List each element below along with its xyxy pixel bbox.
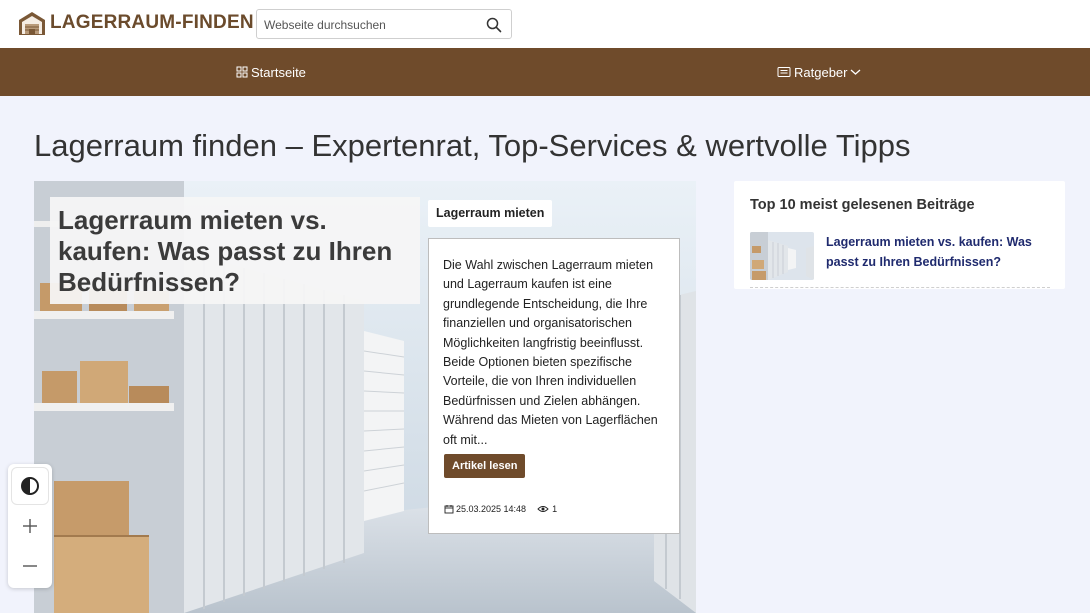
search-input[interactable] xyxy=(264,16,474,34)
accessibility-widget xyxy=(8,464,52,588)
nav-item-startseite[interactable]: Startseite xyxy=(236,48,306,96)
article-meta: 25.03.2025 14:48 1 xyxy=(444,504,557,514)
logo-text: LAGERRAUM-FINDEN xyxy=(50,12,254,33)
calendar-icon xyxy=(444,505,454,514)
divider xyxy=(750,287,1050,288)
category-badge[interactable]: Lagerraum mieten xyxy=(428,200,553,227)
chevron-down-icon xyxy=(851,69,861,75)
warehouse-logo-icon xyxy=(19,12,45,35)
view-count-value: 1 xyxy=(552,504,558,514)
site-header: LAGERRAUM-FINDEN xyxy=(0,0,1090,48)
plus-icon xyxy=(23,519,37,533)
minus-icon xyxy=(23,565,37,567)
nav-label-ratgeber: Ratgeber xyxy=(794,64,848,80)
article-excerpt: Die Wahl zwischen Lagerraum mieten und L… xyxy=(443,258,658,447)
top-article-item[interactable]: Lagerraum mieten vs. kaufen: Was passt z… xyxy=(750,232,1050,282)
nav-item-ratgeber[interactable]: Ratgeber xyxy=(777,48,861,96)
storage-thumbnail-image xyxy=(750,232,814,280)
featured-title-box: Lagerraum mieten vs. kaufen: Was passt z… xyxy=(50,197,420,304)
excerpt-card: Die Wahl zwischen Lagerraum mieten und L… xyxy=(428,238,680,534)
nav-label-startseite: Startseite xyxy=(251,64,306,80)
top-article-link[interactable]: Lagerraum mieten vs. kaufen: Was passt z… xyxy=(826,232,1050,272)
top-articles-title: Top 10 meist gelesenen Beiträge xyxy=(750,197,975,213)
page-title: Lagerraum finden – Expertenrat, Top-Serv… xyxy=(34,128,911,163)
article-icon xyxy=(777,67,791,77)
view-count: 1 xyxy=(537,504,557,514)
featured-article-title[interactable]: Lagerraum mieten vs. kaufen: Was passt z… xyxy=(58,205,412,298)
search-box xyxy=(256,9,512,39)
main-navigation: Startseite Ratgeber xyxy=(0,48,1090,96)
top-article-thumbnail[interactable] xyxy=(750,232,814,280)
read-article-button[interactable]: Artikel lesen xyxy=(444,454,526,478)
featured-article[interactable]: Lagerraum mieten vs. kaufen: Was passt z… xyxy=(34,181,696,613)
zoom-out-button[interactable] xyxy=(12,548,48,584)
grid-icon xyxy=(236,66,248,78)
site-logo[interactable]: LAGERRAUM-FINDEN xyxy=(18,8,254,38)
zoom-in-button[interactable] xyxy=(12,508,48,544)
contrast-toggle-button[interactable] xyxy=(12,468,48,504)
publish-date: 25.03.2025 14:48 xyxy=(456,504,527,514)
contrast-icon xyxy=(21,477,39,495)
eye-icon xyxy=(537,506,549,512)
top-articles-widget: Top 10 meist gelesenen Beiträge Lagerrau… xyxy=(734,181,1065,289)
search-icon[interactable] xyxy=(485,16,503,34)
